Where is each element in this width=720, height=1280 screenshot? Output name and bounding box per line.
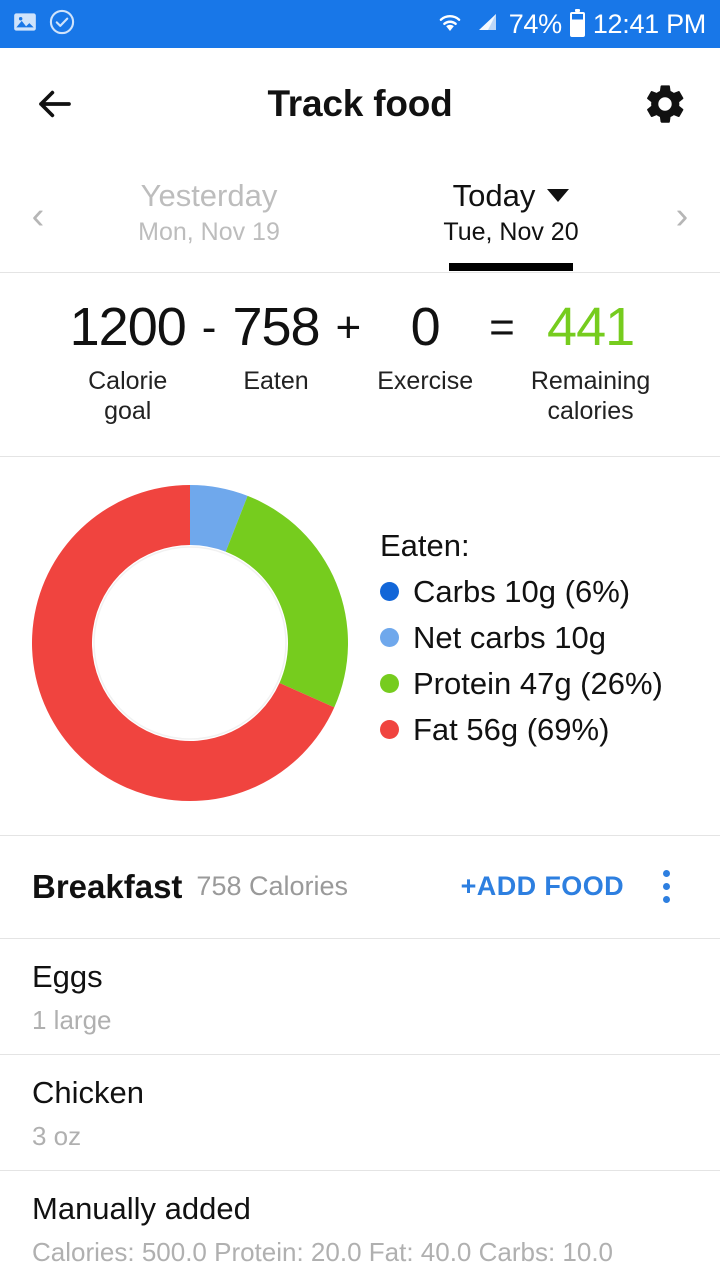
operator-plus: + [335,303,362,352]
date-tab-label: Today [452,177,536,213]
legend-dot-net-carbs [380,628,399,648]
calorie-goal[interactable]: 1200 Calorie goal [69,297,187,426]
status-bar: 74% 12:41 PM [0,0,720,48]
selected-date-indicator [449,262,573,271]
food-name: Eggs [32,958,103,994]
donut-inner-ring [93,545,287,740]
remaining-value: 441 [547,297,635,357]
meal-header-breakfast: Breakfast 758 Calories +ADD FOOD [0,836,720,938]
app-bar: Track food [0,48,720,160]
food-list-item[interactable]: Eggs 1 large [0,939,720,1054]
food-list: Eggs 1 large Chicken 3 oz Manually added Calo… [0,939,720,1280]
settings-button[interactable] [638,77,692,131]
legend-label: Fat 56g (69%) [413,711,610,747]
next-day-button[interactable]: › [662,197,702,235]
legend-label: Net carbs 10g [413,619,606,655]
meal-name: Breakfast [32,867,183,905]
date-tab-yesterday[interactable]: Yesterday Mon, Nov 19 [58,178,360,255]
wifi-icon [435,10,465,39]
remaining-label: Remaining calories [530,366,651,425]
legend-item-protein: Protein 47g (26%) [380,666,708,702]
legend-dot-carbs [380,582,399,602]
date-tab-label: Yesterday [140,177,278,213]
legend-item-fat: Fat 56g (69%) [380,712,708,748]
page-title: Track food [267,83,453,124]
kebab-menu-icon[interactable] [644,870,688,904]
battery-icon [569,8,585,37]
donut-slice-protein [225,495,348,708]
date-tab-label-wrap: Today [453,178,570,214]
back-arrow-icon [39,90,71,118]
macro-breakdown: Eaten: Carbs 10g (6%) Net carbs 10g Protei… [0,457,720,835]
image-icon [12,9,38,40]
macro-legend: Eaten: Carbs 10g (6%) Net carbs 10g Protei… [380,528,720,758]
operator-equals: = [489,303,515,352]
status-bar-system: 74% 12:41 PM [435,8,706,40]
remaining-calories[interactable]: 441 Remaining calories [531,299,651,426]
legend-label: Carbs 10g (6%) [413,573,631,609]
legend-item-carbs: Carbs 10g (6%) [380,574,708,610]
macro-donut-chart[interactable] [0,473,380,813]
food-list-item[interactable]: Chicken 3 oz [0,1055,720,1170]
date-tab-date: Tue, Nov 20 [443,217,579,246]
clock: 12:41 PM [592,8,706,39]
legend-title: Eaten: [380,527,470,563]
date-tab-today[interactable]: Today Tue, Nov 20 [360,178,662,271]
battery-percent: 74% [508,8,562,39]
gear-icon [647,85,684,123]
meal-calories: 758 Calories [196,871,349,902]
calorie-goal-label: Calorie goal [88,366,168,425]
food-detail: 1 large [32,1004,112,1035]
date-tab-date: Mon, Nov 19 [138,217,280,246]
check-circle-icon [48,8,76,41]
legend-dot-fat [380,720,399,740]
calories-eaten-label: Eaten [243,366,309,395]
exercise-calories[interactable]: 0 Exercise [377,299,473,396]
donut-chart-svg [31,484,348,801]
calorie-goal-value: 1200 [69,297,187,357]
operator-minus: - [201,303,217,352]
date-navigation: ‹ Yesterday Mon, Nov 19 Today Tue, Nov 2… [0,160,720,272]
exercise-value: 0 [410,297,441,357]
track-food-screen: 74% 12:41 PM Track food ‹ Yesterday Mon,… [0,0,720,1280]
signal-icon [473,10,501,39]
food-detail: 3 oz [32,1120,82,1151]
chevron-down-icon[interactable] [547,189,570,202]
calories-eaten-value: 758 [232,297,320,357]
status-bar-notifications [12,8,76,41]
food-list-item[interactable]: Manually added Calories: 500.0 Protein: 2… [0,1171,720,1280]
back-button[interactable] [28,77,82,131]
legend-dot-protein [380,674,399,694]
food-name: Manually added [32,1190,251,1226]
previous-day-button[interactable]: ‹ [18,197,58,235]
exercise-label: Exercise [377,366,474,395]
legend-item-net-carbs: Net carbs 10g [380,620,708,656]
legend-label: Protein 47g (26%) [413,665,663,701]
food-name: Chicken [32,1074,144,1110]
calorie-equation: 1200 Calorie goal - 758 Eaten + 0 Exercis… [20,299,700,426]
calorie-summary: 1200 Calorie goal - 758 Eaten + 0 Exercis… [0,273,720,456]
add-food-button[interactable]: +ADD FOOD [461,871,624,902]
calories-eaten[interactable]: 758 Eaten [232,297,320,396]
food-detail: Calories: 500.0 Protein: 20.0 Fat: 40.0 … [32,1236,614,1267]
